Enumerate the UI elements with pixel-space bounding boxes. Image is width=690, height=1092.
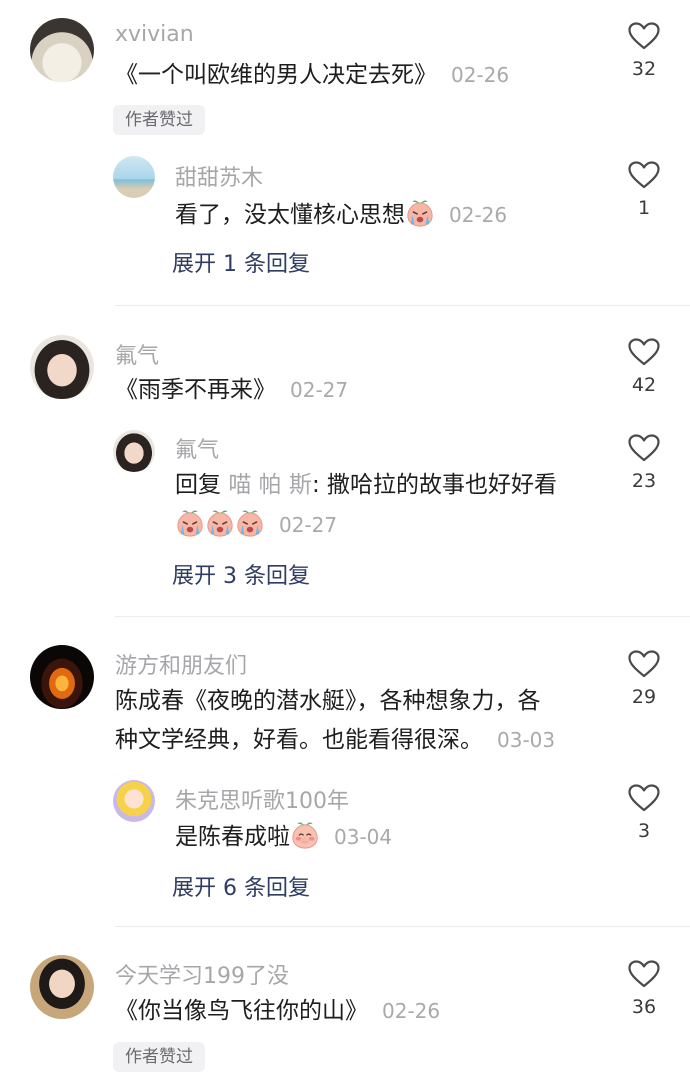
- heart-icon: [628, 161, 660, 189]
- heart-icon: [628, 434, 660, 462]
- reply-text[interactable]: 是陈春成啦 03-04: [175, 820, 392, 852]
- like-count: 36: [631, 996, 657, 1018]
- comment-username[interactable]: xvivian: [115, 22, 194, 47]
- reply-username[interactable]: 朱克思听歌100年: [175, 783, 349, 815]
- like-count: 42: [631, 374, 657, 396]
- divider: [115, 305, 690, 306]
- reply-avatar[interactable]: [113, 156, 155, 198]
- reply-avatar[interactable]: [113, 430, 155, 472]
- comment-text[interactable]: 陈成春《夜晚的潜水艇》，各种想象力，各: [115, 686, 541, 716]
- comment-body-line1: 陈成春《夜晚的潜水艇》，各种想象力，各: [115, 688, 541, 714]
- reply-like-button[interactable]: 3: [614, 784, 674, 842]
- divider: [115, 926, 690, 927]
- expand-replies-button[interactable]: 展开 3 条回复: [172, 558, 310, 590]
- reply-body: 看了，没太懂核心思想: [175, 202, 405, 228]
- crying-peach-icon: [175, 508, 205, 538]
- divider: [115, 616, 690, 617]
- comment-username[interactable]: 游方和朋友们: [115, 648, 247, 680]
- like-count: 23: [631, 470, 657, 492]
- like-button[interactable]: 42: [614, 338, 674, 396]
- reply-username[interactable]: 甜甜苏木: [175, 160, 263, 192]
- reply-date: 03-04: [334, 825, 393, 849]
- comment-username[interactable]: 氟气: [115, 338, 159, 370]
- comment-date: 02-27: [290, 378, 349, 402]
- reply-username[interactable]: 氟气: [175, 432, 219, 464]
- avatar[interactable]: [30, 335, 94, 399]
- comment-date: 02-26: [382, 999, 441, 1023]
- like-button[interactable]: 36: [614, 960, 674, 1018]
- comment-body: 《雨季不再来》: [115, 377, 276, 403]
- comment-body-line2: 种文学经典，好看。也能看得很深。: [115, 727, 483, 753]
- reply-date: 02-26: [449, 203, 508, 227]
- crying-peach-icon: [405, 198, 435, 228]
- reply-to-username[interactable]: 喵 帕 斯: [228, 472, 312, 498]
- crying-peach-icon: [235, 508, 265, 538]
- shy-peach-icon: [290, 820, 320, 850]
- reply-date: 02-27: [279, 513, 338, 537]
- reply-text[interactable]: 回复 喵 帕 斯: 撒哈拉的故事也好好看: [175, 470, 557, 500]
- heart-icon: [628, 650, 660, 678]
- avatar[interactable]: [30, 955, 94, 1019]
- like-button[interactable]: 32: [614, 22, 674, 80]
- heart-icon: [628, 338, 660, 366]
- like-button[interactable]: 29: [614, 650, 674, 708]
- reply-text-line2: 02-27: [175, 508, 337, 540]
- heart-icon: [628, 784, 660, 812]
- comment-text[interactable]: 《一个叫欧维的男人决定去死》 02-26: [115, 60, 509, 90]
- author-liked-badge: 作者赞过: [113, 105, 205, 135]
- comment-body: 《你当像鸟飞往你的山》: [115, 998, 368, 1024]
- comment-body: 《一个叫欧维的男人决定去死》: [115, 62, 437, 88]
- reply-prefix: 回复: [175, 472, 221, 498]
- like-count: 3: [637, 820, 651, 842]
- avatar[interactable]: [30, 645, 94, 709]
- like-count: 1: [637, 197, 651, 219]
- reply-like-button[interactable]: 23: [614, 434, 674, 492]
- reply-body: : 撒哈拉的故事也好好看: [311, 472, 557, 498]
- crying-peach-icon: [205, 508, 235, 538]
- reply-avatar[interactable]: [113, 780, 155, 822]
- author-liked-badge: 作者赞过: [113, 1042, 205, 1072]
- expand-replies-button[interactable]: 展开 1 条回复: [172, 246, 310, 278]
- comment-username[interactable]: 今天学习199了没: [115, 958, 289, 990]
- reply-text[interactable]: 看了，没太懂核心思想 02-26: [175, 198, 507, 230]
- comment-text-line2[interactable]: 种文学经典，好看。也能看得很深。 03-03: [115, 725, 555, 755]
- expand-replies-button[interactable]: 展开 6 条回复: [172, 870, 310, 902]
- comment-text[interactable]: 《雨季不再来》 02-27: [115, 375, 348, 405]
- reply-body: 是陈春成啦: [175, 824, 290, 850]
- comment-date: 02-26: [451, 63, 510, 87]
- heart-icon: [628, 960, 660, 988]
- like-count: 32: [631, 58, 657, 80]
- reply-like-button[interactable]: 1: [614, 161, 674, 219]
- avatar[interactable]: [30, 18, 94, 82]
- comment-date: 03-03: [497, 728, 556, 752]
- comment-text[interactable]: 《你当像鸟飞往你的山》 02-26: [115, 996, 440, 1026]
- like-count: 29: [631, 686, 657, 708]
- heart-icon: [628, 22, 660, 50]
